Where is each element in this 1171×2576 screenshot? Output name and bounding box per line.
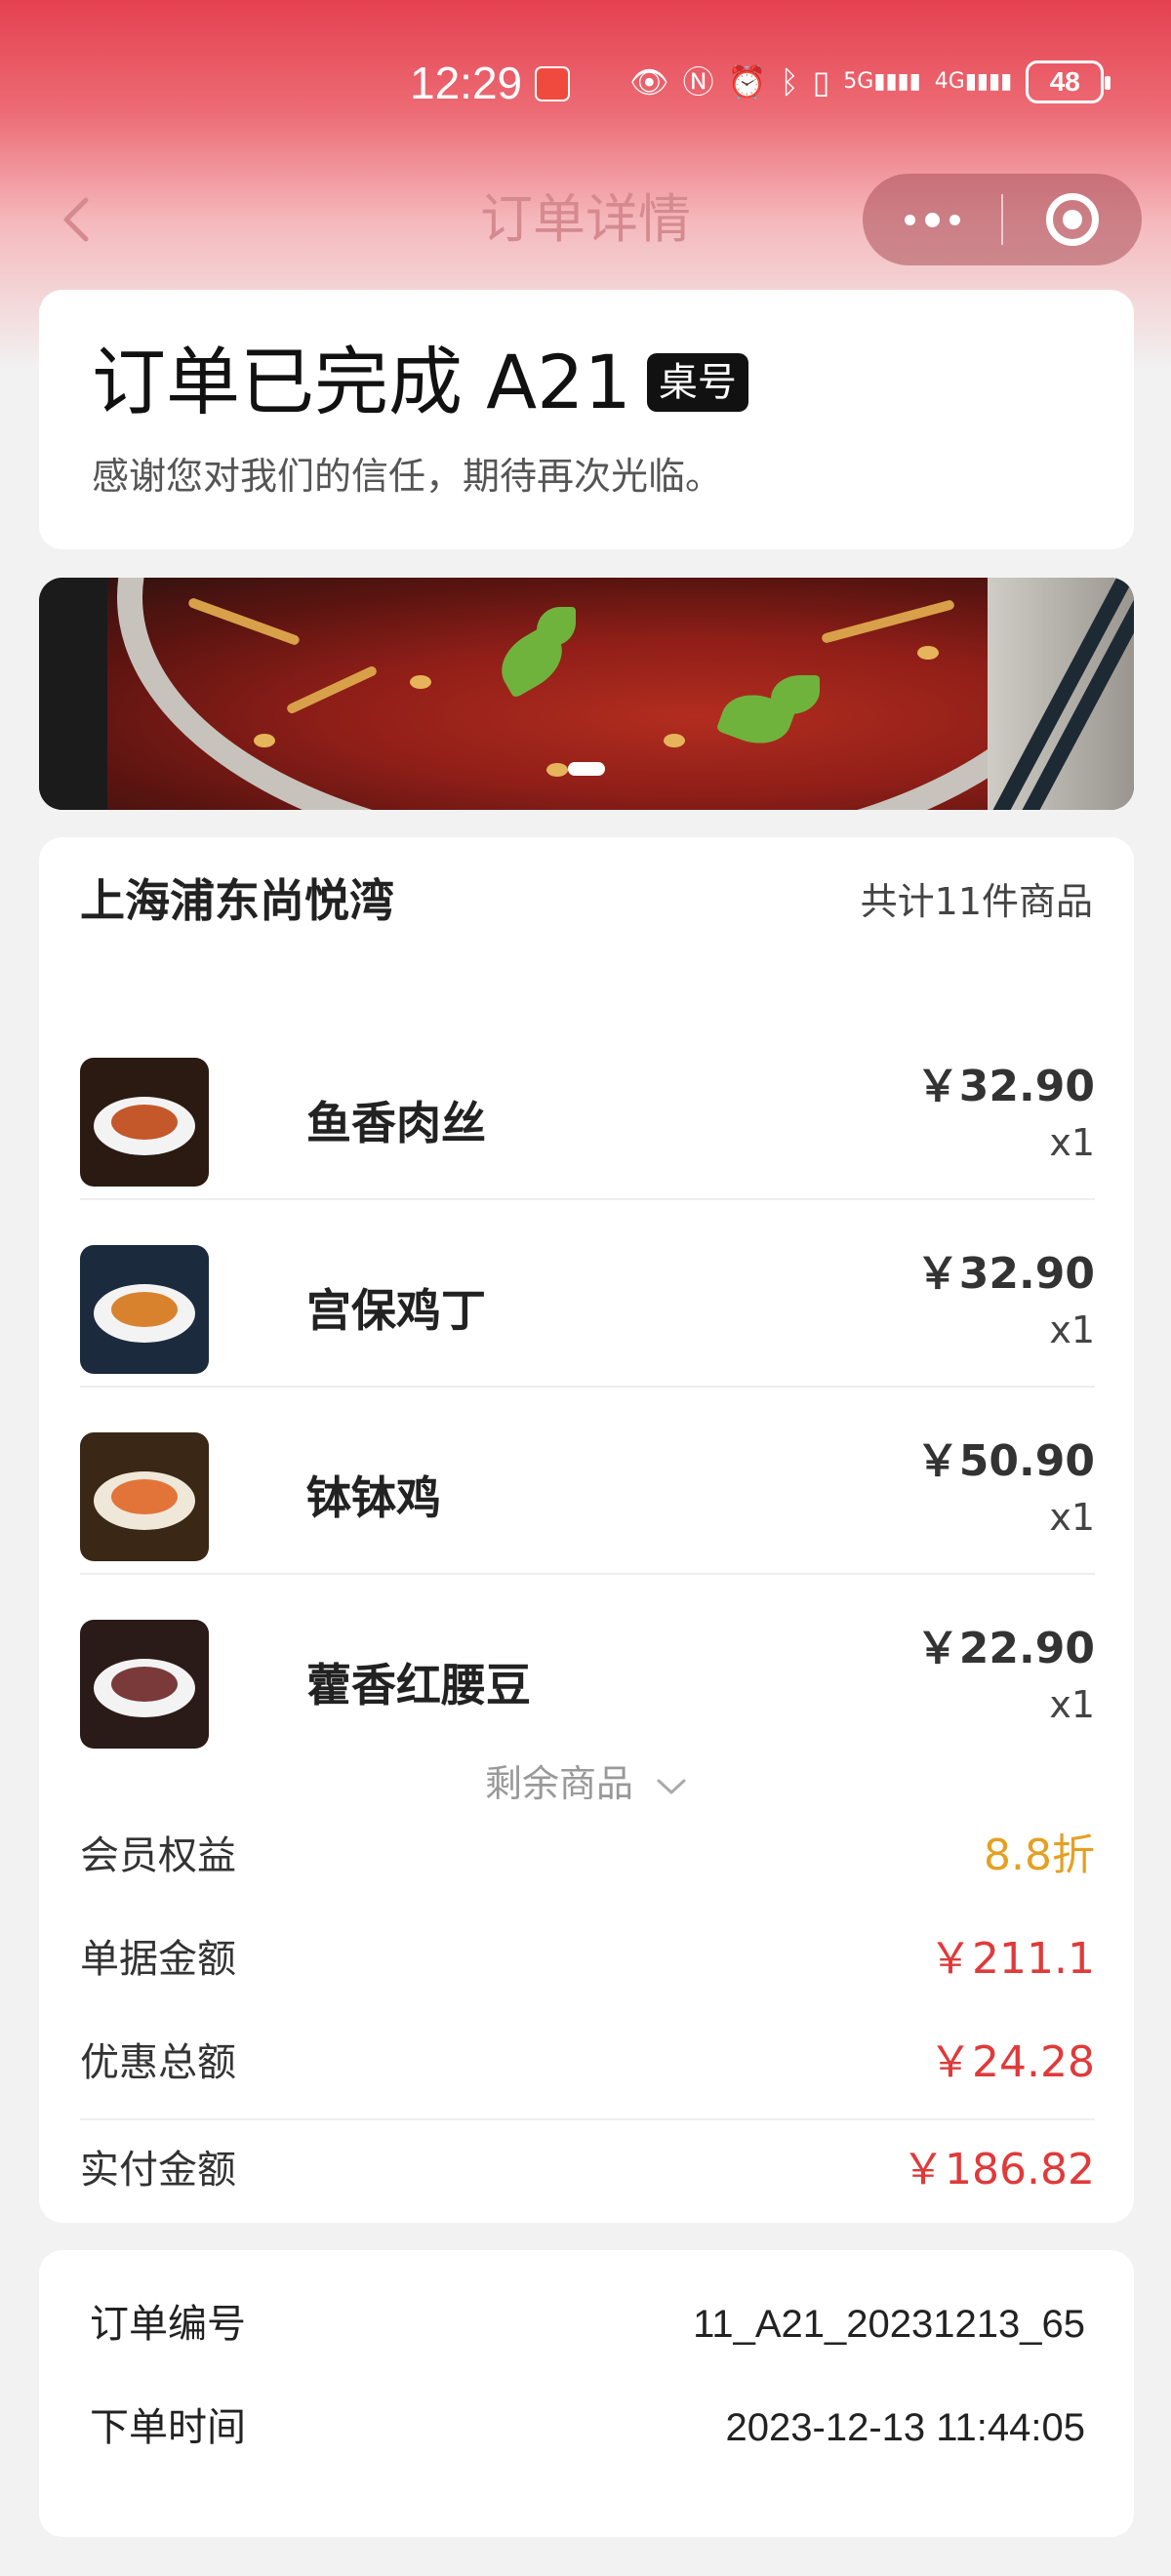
banner-left-shadow [39,578,107,810]
chevron-down-icon [657,1779,686,1793]
dish-price: ￥50.90 [915,1436,1095,1486]
paid-amount-row: 实付金额 ￥186.82 [80,2131,1095,2209]
dish-image [80,1245,209,1374]
status-bar: 12:29 👁 Ⓝ ⏰ ᛒ ▯ 5G▮▮▮▮ 4G▮▮▮▮ 48 [0,0,1171,166]
order-status-subtitle: 感谢您对我们的信任，期待再次光临。 [92,455,723,498]
back-button[interactable] [57,185,96,254]
signal-4g-icon: 4G▮▮▮▮ [934,69,1013,94]
table-number-badge: 桌号 [646,353,748,412]
discount-total-value: ￥24.28 [929,2037,1095,2087]
vibrate-icon: ▯ [812,63,830,101]
eye-icon: 👁 [629,63,669,101]
dish-price: ￥32.90 [915,1062,1095,1111]
banner-pagination-indicator [568,762,605,776]
member-benefit-value: 8.8折 [984,1831,1095,1880]
dish-name: 藿香红腰豆 [306,1659,531,1711]
order-items-card: 上海浦东尚悦湾 共计11件商品 鱼香肉丝 ￥32.90 x1 宫保鸡丁 ￥32.… [39,837,1134,2223]
notification-app-icon [535,66,570,101]
peanut-image [664,734,685,747]
peanut-image [410,675,431,689]
signal-5g-icon: 5G▮▮▮▮ [843,69,921,94]
dish-quantity: x1 [1049,1308,1095,1351]
order-status-text: 订单已完成 A21 [92,339,631,425]
item-count: 共计11件商品 [860,880,1093,923]
order-time-value: 2023-12-13 11:44:05 [725,2406,1085,2449]
list-item: 钵钵鸡 ￥50.90 x1 [80,1386,1095,1575]
dish-image [80,1620,209,1749]
miniprogram-capsule [863,174,1142,265]
order-time-row: 下单时间 2023-12-13 11:44:05 [90,2389,1085,2467]
dish-name: 宫保鸡丁 [306,1284,486,1337]
chevron-left-icon [63,197,89,242]
order-number-value[interactable]: 11_A21_20231213_65 [693,2285,1085,2363]
nfc-icon: Ⓝ [682,63,714,101]
order-status-card: 订单已完成 A21 桌号 感谢您对我们的信任，期待再次光临。 [39,290,1134,549]
bill-amount-row: 单据金额 ￥211.1 [80,1920,1095,1998]
divider [80,2118,1095,2120]
more-dot-icon [924,212,940,227]
order-info-card: 订单编号 11_A21_20231213_65 下单时间 2023-12-13 … [39,2250,1134,2537]
discount-total-row: 优惠总额 ￥24.28 [80,2024,1095,2102]
peanut-image [917,646,939,660]
more-dot-icon [904,214,915,225]
dish-quantity: x1 [1049,1683,1095,1726]
list-item: 宫保鸡丁 ￥32.90 x1 [80,1198,1095,1388]
order-status-title: 订单已完成 A21 桌号 [92,339,748,426]
discount-total-label: 优惠总额 [80,2040,236,2085]
paid-amount-label: 实付金额 [80,2148,236,2193]
peanut-image [546,763,568,777]
order-time-label: 下单时间 [90,2405,246,2450]
paid-amount-value: ￥186.82 [902,2145,1095,2194]
order-number-label: 订单编号 [90,2302,246,2347]
bill-amount-value: ￥211.1 [929,1934,1095,1984]
dish-image [80,1432,209,1561]
bill-amount-label: 单据金额 [80,1937,236,1982]
peanut-image [254,734,275,747]
member-benefit-label: 会员权益 [80,1833,236,1878]
dish-quantity: x1 [1049,1496,1095,1539]
dish-name: 鱼香肉丝 [306,1097,486,1149]
dish-name: 钵钵鸡 [306,1471,441,1524]
banner-bowl-image [117,578,1112,810]
show-remaining-items-button[interactable]: 剩余商品 [39,1754,1134,1813]
dish-price: ￥22.90 [915,1624,1095,1673]
close-miniprogram-button[interactable] [1003,174,1142,265]
status-time: 12:29 [410,58,523,108]
battery-level: 48 [1049,66,1080,97]
bluetooth-icon: ᛒ [780,63,799,101]
more-button[interactable] [863,174,1001,265]
status-icons: 👁 Ⓝ ⏰ ᛒ ▯ 5G▮▮▮▮ 4G▮▮▮▮ 48 [629,60,1111,103]
dish-image [80,1058,209,1187]
remaining-items-label: 剩余商品 [484,1762,633,1805]
more-dot-icon [949,214,960,225]
member-benefit-row: 会员权益 8.8折 [80,1817,1095,1895]
dish-quantity: x1 [1049,1121,1095,1164]
store-name: 上海浦东尚悦湾 [80,874,394,927]
alarm-icon: ⏰ [727,63,767,101]
battery-indicator: 48 [1026,60,1111,103]
list-item: 藿香红腰豆 ￥22.90 x1 [80,1573,1095,1760]
list-item: 鱼香肉丝 ￥32.90 x1 [80,1011,1095,1200]
order-number-row: 订单编号 11_A21_20231213_65 [90,2285,1085,2363]
target-icon [1046,193,1099,246]
dish-price: ￥32.90 [915,1249,1095,1299]
